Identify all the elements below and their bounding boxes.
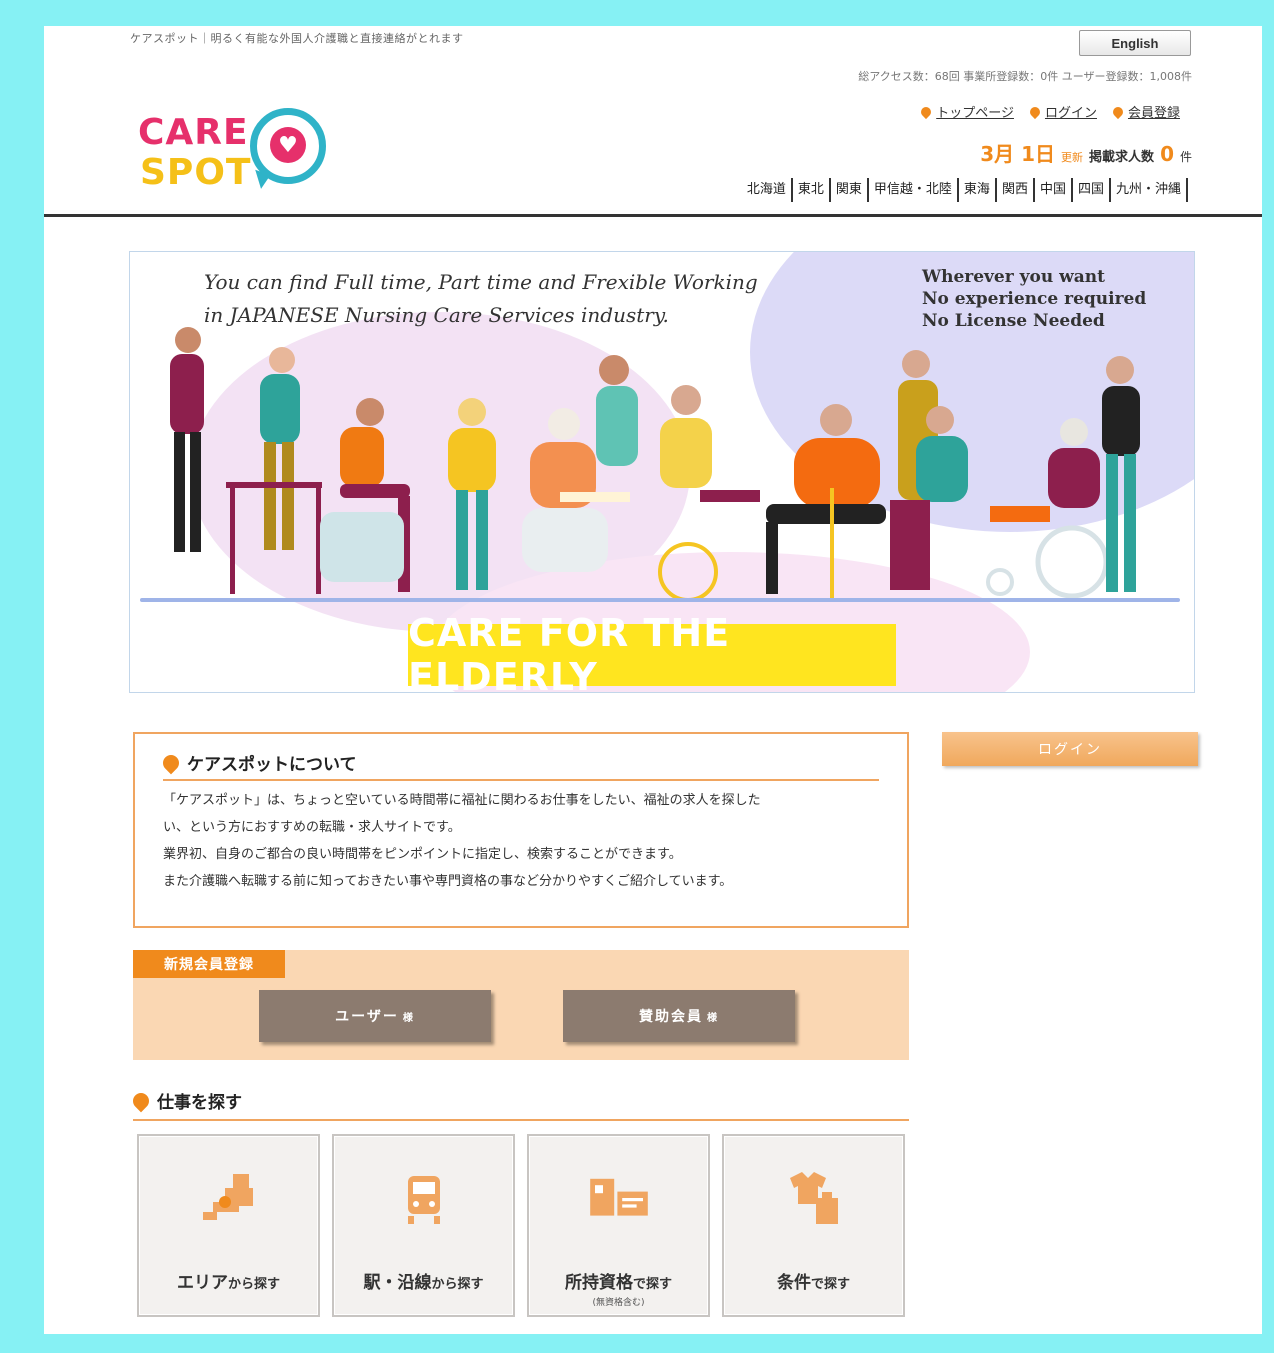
- about-line: 「ケアスポット」は、ちょっと空いている時間帯に福祉に関わるお仕事をしたい、福祉の…: [163, 793, 761, 808]
- wheelchair-figure: [986, 418, 1109, 599]
- caregiver-figure: [1102, 356, 1140, 592]
- search-by-license-sub: (無資格含む): [592, 1298, 645, 1308]
- sidebar-login-button[interactable]: ログイン: [942, 732, 1198, 766]
- pin-icon: [1110, 104, 1126, 119]
- registration-section: 新規会員登録 ユーザー様 賛助会員様: [133, 950, 909, 1060]
- pin-icon: [129, 1089, 153, 1112]
- region-link[interactable]: 中国: [1035, 178, 1073, 202]
- pin-icon: [919, 104, 934, 119]
- top-nav: トップページ ログイン 会員登録: [919, 102, 1180, 121]
- table-shape: [560, 492, 630, 502]
- update-info: 3月 1日 更新 掲載求人数 0 件: [980, 138, 1192, 167]
- search-by-station-label: 駅・沿線から探す: [363, 1268, 483, 1293]
- header-divider: [44, 214, 1262, 217]
- card-main-text: 所持資格: [564, 1273, 633, 1293]
- update-label: 更新: [1061, 151, 1084, 164]
- user-register-label: ユーザー: [335, 1009, 399, 1025]
- map-icon: [197, 1166, 261, 1230]
- hero-care-label: CARE FOR THE ELDERLY: [408, 611, 896, 692]
- card-suffix-text: から探す: [431, 1277, 484, 1292]
- site-tagline: ケアスポット｜明るく有能な外国人介護職と直接連絡がとれます: [130, 32, 464, 45]
- pin-icon: [1027, 104, 1043, 119]
- nav-register-label: 会員登録: [1127, 106, 1180, 121]
- sponsor-register-label: 賛助会員: [639, 1009, 703, 1025]
- elderly-figure: [522, 408, 608, 572]
- search-by-license-label: 所持資格で探す: [565, 1268, 672, 1293]
- hero-banner: You can find Full time, Part time and Fr…: [129, 251, 1195, 693]
- sponsor-register-button[interactable]: 賛助会員様: [563, 990, 795, 1042]
- elderly-figure: [226, 347, 322, 594]
- card-main-text: 条件: [776, 1273, 811, 1293]
- region-link[interactable]: 九州・沖縄: [1111, 178, 1188, 202]
- card-main-text: 駅・沿線: [363, 1273, 432, 1293]
- job-count: 0: [1160, 142, 1174, 166]
- elderly-figure: [658, 385, 760, 602]
- region-link[interactable]: 四国: [1073, 178, 1111, 202]
- job-search-header: 仕事を探す: [129, 1088, 909, 1121]
- card-suffix-text: で探す: [632, 1277, 672, 1292]
- caregiver-figure: [596, 355, 638, 466]
- logo-bubble-icon: ♥: [250, 108, 326, 184]
- search-by-area-label: エリアから探す: [177, 1268, 280, 1293]
- site-stats: 総アクセス数：68回 事業所登録数：0件 ユーザー登録数：1,008件: [858, 70, 1192, 83]
- nav-register-link[interactable]: 会員登録: [1110, 102, 1180, 121]
- job-search-divider: [133, 1119, 909, 1121]
- region-nav: 北海道 東北 関東 甲信越・北陸 東海 関西 中国 四国 九州・沖縄: [742, 178, 1188, 202]
- search-by-conditions-label: 条件で探す: [777, 1268, 850, 1293]
- page: ケアスポット｜明るく有能な外国人介護職と直接連絡がとれます English 総ア…: [44, 26, 1262, 1334]
- about-line: 業界初、自身のご都合の良い時間帯をピンポイントに指定し、検索することができます。: [163, 847, 682, 862]
- region-link[interactable]: 関東: [831, 178, 869, 202]
- logo-spot-text: SPOT: [140, 152, 252, 193]
- card-main-text: エリア: [176, 1273, 228, 1293]
- search-by-license-card[interactable]: 所持資格で探す (無資格含む): [527, 1134, 710, 1317]
- nav-top-page-link[interactable]: トップページ: [919, 102, 1014, 121]
- sponsor-register-suffix: 様: [707, 1012, 719, 1024]
- user-register-button[interactable]: ユーザー様: [259, 990, 491, 1042]
- about-title-divider: [163, 779, 879, 781]
- heart-icon: ♥: [270, 127, 306, 163]
- about-line: い、という方におすすめの転職・求人サイトです。: [163, 820, 461, 835]
- about-title: ケアスポットについて: [159, 750, 879, 775]
- search-by-station-card[interactable]: 駅・沿線から探す: [332, 1134, 515, 1317]
- elderly-figure: [766, 404, 886, 598]
- job-search-title: 仕事を探す: [129, 1088, 909, 1113]
- job-search-title-text: 仕事を探す: [157, 1093, 242, 1113]
- search-by-area-card[interactable]: エリアから探す: [137, 1134, 320, 1317]
- hero-ground-line: [140, 598, 1180, 602]
- about-line: また介護職へ転職する前に知っておきたい事や専門資格の事など分かりやすくご紹介して…: [163, 874, 733, 889]
- user-register-suffix: 様: [402, 1012, 415, 1024]
- logo-care-text: CARE: [138, 112, 249, 153]
- card-suffix-text: から探す: [227, 1277, 280, 1292]
- job-count-unit: 件: [1179, 150, 1192, 164]
- region-link[interactable]: 関西: [997, 178, 1035, 202]
- care-spot-logo[interactable]: CARE SPOT ♥: [138, 104, 338, 196]
- region-link[interactable]: 東海: [959, 178, 997, 202]
- english-button[interactable]: English: [1079, 30, 1191, 56]
- search-by-conditions-card[interactable]: 条件で探す: [722, 1134, 905, 1317]
- region-link[interactable]: 甲信越・北陸: [869, 178, 959, 202]
- train-icon: [392, 1166, 456, 1230]
- card-suffix-text: で探す: [810, 1277, 850, 1292]
- about-section: ケアスポットについて 「ケアスポット」は、ちょっと空いている時間帯に福祉に関わる…: [133, 732, 909, 928]
- elderly-figure: [448, 398, 496, 590]
- registration-tag: 新規会員登録: [133, 950, 285, 978]
- job-search-cards: エリアから探す 駅・沿線から探す 所持資格で探す (無資格含む) 条件で探す: [137, 1134, 905, 1317]
- update-date: 3月 1日: [980, 142, 1056, 166]
- pin-icon: [159, 751, 183, 774]
- about-title-text: ケアスポットについて: [187, 755, 357, 775]
- job-count-label: 掲載求人数: [1089, 150, 1155, 165]
- nav-login-label: ログイン: [1044, 106, 1097, 121]
- caregiver-figure: [170, 327, 204, 552]
- region-link[interactable]: 北海道: [742, 178, 793, 202]
- license-icon: [587, 1166, 651, 1230]
- about-text: 「ケアスポット」は、ちょっと空いている時間帯に福祉に関わるお仕事をしたい、福祉の…: [163, 787, 879, 895]
- region-link[interactable]: 東北: [793, 178, 831, 202]
- chair-shape: [320, 512, 404, 582]
- nav-top-page-label: トップページ: [936, 106, 1014, 121]
- nav-login-link[interactable]: ログイン: [1027, 102, 1097, 121]
- clothes-icon: [782, 1166, 846, 1230]
